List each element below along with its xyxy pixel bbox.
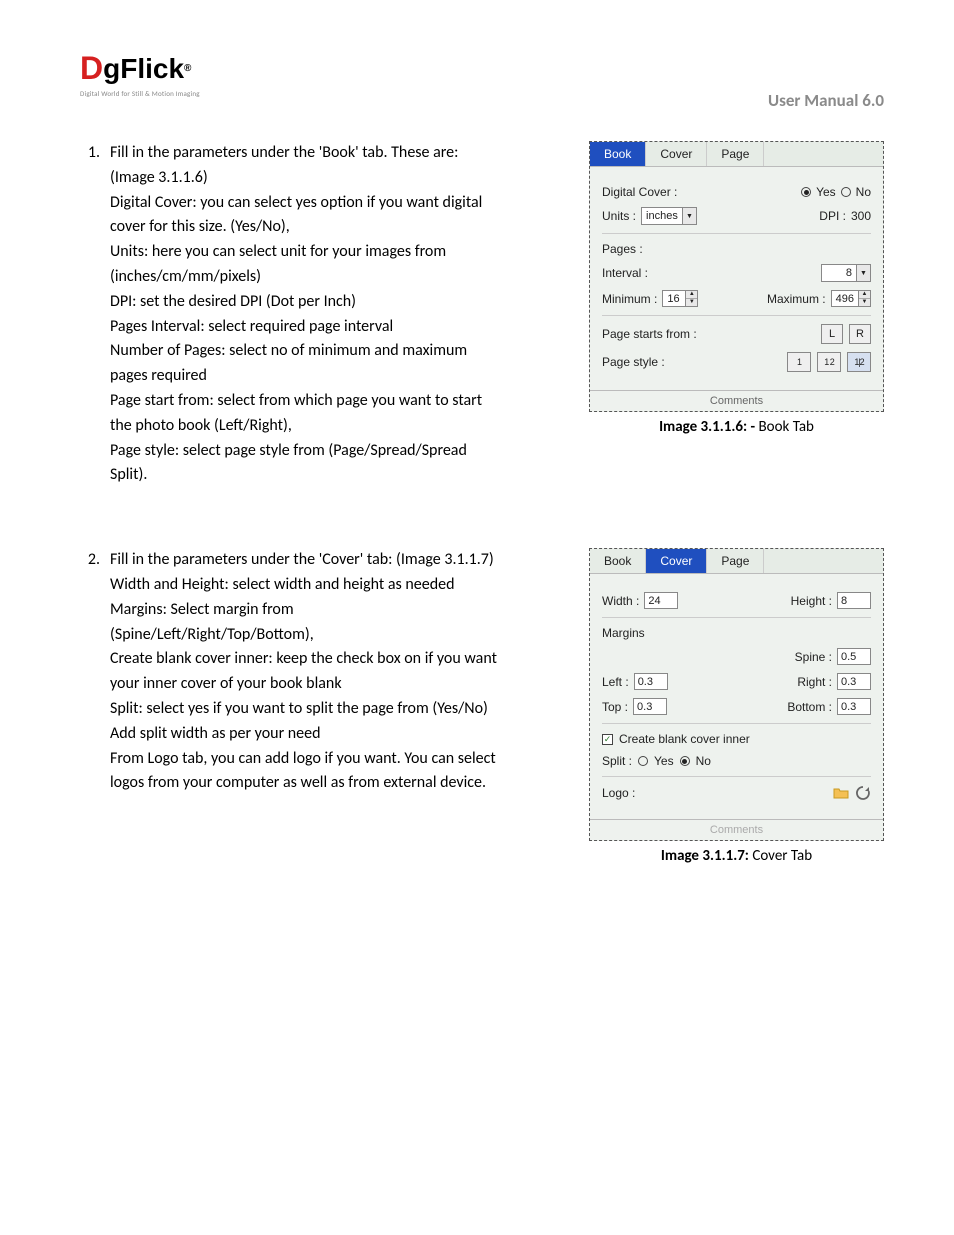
up-arrow-icon[interactable]: ▲ xyxy=(859,291,870,299)
spine-label: Spine : xyxy=(795,650,832,664)
margins-label: Margins xyxy=(602,626,645,640)
page-start-right-button[interactable]: R xyxy=(849,324,871,344)
caption2-rest: Cover Tab xyxy=(749,847,812,865)
page-start-left-button[interactable]: L xyxy=(821,324,843,344)
interval-dropdown[interactable]: 8 ▼ xyxy=(821,264,871,282)
logo-letter-g: g xyxy=(103,53,120,85)
cover-tab-panel: Book Cover Page Width : 24 Height : 8 Ma… xyxy=(589,548,884,841)
right-label: Right : xyxy=(797,675,832,689)
figure1: Book Cover Page Digital Cover : Yes No xyxy=(530,141,884,488)
caption2-bold: Image 3.1.1.7: xyxy=(661,847,749,865)
panel1-body: Digital Cover : Yes No Units : inches ▼ xyxy=(590,167,883,390)
page-header: DgFlick® Digital World for Still & Motio… xyxy=(80,50,884,111)
width-input[interactable]: 24 xyxy=(644,592,678,609)
pages-label: Pages : xyxy=(602,242,643,256)
caption1: Image 3.1.1.6: - Book Tab xyxy=(589,418,884,436)
no-label: No xyxy=(696,754,711,768)
step2-number: 2. xyxy=(80,548,100,796)
left-input[interactable]: 0.3 xyxy=(634,673,668,690)
page-style-spread-button[interactable]: 1 2 xyxy=(817,352,841,372)
page-style-label: Page style : xyxy=(602,355,665,369)
page-starts-label: Page starts from : xyxy=(602,327,697,341)
user-manual-label: User Manual 6.0 xyxy=(768,90,884,111)
interval-value: 8 xyxy=(822,267,856,279)
no-label: No xyxy=(856,185,871,199)
tab-cover[interactable]: Cover xyxy=(646,142,707,166)
caption2: Image 3.1.1.7: Cover Tab xyxy=(589,847,884,865)
blank-cover-label: Create blank cover inner xyxy=(619,732,750,746)
top-input[interactable]: 0.3 xyxy=(633,698,667,715)
step1-body: Fill in the parameters under the 'Book' … xyxy=(110,141,500,488)
section-book-tab: 1. Fill in the parameters under the 'Boo… xyxy=(80,141,884,488)
top-label: Top : xyxy=(602,700,628,714)
blank-cover-checkbox[interactable]: ✓ xyxy=(602,734,613,745)
chevron-down-icon: ▼ xyxy=(856,265,870,281)
caption1-bold: Image 3.1.1.6: - xyxy=(659,418,755,436)
split-no-radio[interactable] xyxy=(680,756,690,766)
tab-cover[interactable]: Cover xyxy=(646,549,707,573)
bottom-input[interactable]: 0.3 xyxy=(837,698,871,715)
units-label: Units : xyxy=(602,209,636,223)
dpi-label: DPI : xyxy=(819,209,846,223)
step1-number: 1. xyxy=(80,141,100,488)
registered-icon: ® xyxy=(184,63,191,74)
folder-icon[interactable] xyxy=(833,785,849,801)
right-input[interactable]: 0.3 xyxy=(837,673,871,690)
digital-cover-yes-radio[interactable] xyxy=(801,187,811,197)
max-value: 496 xyxy=(832,291,858,306)
up-arrow-icon[interactable]: ▲ xyxy=(686,291,697,299)
section-cover-tab: 2. Fill in the parameters under the 'Cov… xyxy=(80,548,884,865)
step1-text: 1. Fill in the parameters under the 'Boo… xyxy=(80,141,500,488)
units-dropdown[interactable]: inches ▼ xyxy=(641,207,697,225)
down-arrow-icon[interactable]: ▼ xyxy=(859,299,870,306)
step2-body: Fill in the parameters under the 'Cover'… xyxy=(110,548,500,796)
logo-tagline: Digital World for Still & Motion Imaging xyxy=(80,89,200,98)
digital-cover-no-radio[interactable] xyxy=(841,187,851,197)
logo-word-flick: Flick xyxy=(120,53,184,85)
tab-row: Book Cover Page xyxy=(590,142,883,167)
page-style-split-button[interactable]: 1|2 xyxy=(847,352,871,372)
chevron-down-icon: ▼ xyxy=(682,208,696,224)
interval-label: Interval : xyxy=(602,266,648,280)
panel2-body: Width : 24 Height : 8 Margins Spine : 0.… xyxy=(590,574,883,819)
step2-text: 2. Fill in the parameters under the 'Cov… xyxy=(80,548,500,865)
book-tab-panel: Book Cover Page Digital Cover : Yes No xyxy=(589,141,884,412)
left-label: Left : xyxy=(602,675,629,689)
refresh-icon[interactable] xyxy=(855,785,871,801)
width-label: Width : xyxy=(602,594,639,608)
split-label: Split : xyxy=(602,754,632,768)
height-label: Height : xyxy=(791,594,832,608)
down-arrow-icon[interactable]: ▼ xyxy=(686,299,697,306)
tab-book[interactable]: Book xyxy=(590,142,646,166)
split-yes-radio[interactable] xyxy=(638,756,648,766)
comments-bar[interactable]: Comments xyxy=(590,390,883,411)
bottom-label: Bottom : xyxy=(787,700,832,714)
max-spinner[interactable]: 496 ▲▼ xyxy=(831,290,871,307)
caption1-rest: Book Tab xyxy=(755,418,814,436)
logo-text: DgFlick® xyxy=(80,50,191,87)
figure2: Book Cover Page Width : 24 Height : 8 Ma… xyxy=(530,548,884,865)
tab-row: Book Cover Page xyxy=(590,549,883,574)
logo: DgFlick® Digital World for Still & Motio… xyxy=(80,50,200,98)
tab-page[interactable]: Page xyxy=(707,549,764,573)
min-spinner[interactable]: 16 ▲▼ xyxy=(662,290,698,307)
dpi-value: 300 xyxy=(851,209,871,223)
tab-book[interactable]: Book xyxy=(590,549,646,573)
page-style-page-button[interactable]: 1 xyxy=(787,352,811,372)
min-value: 16 xyxy=(663,291,685,306)
units-value: inches xyxy=(642,210,682,222)
comments-bar[interactable]: Comments xyxy=(590,819,883,840)
tab-page[interactable]: Page xyxy=(707,142,764,166)
digital-cover-label: Digital Cover : xyxy=(602,185,677,199)
yes-label: Yes xyxy=(816,185,836,199)
min-label: Minimum : xyxy=(602,292,657,306)
logo-label: Logo : xyxy=(602,786,635,800)
spine-input[interactable]: 0.5 xyxy=(837,648,871,665)
max-label: Maximum : xyxy=(767,292,826,306)
height-input[interactable]: 8 xyxy=(837,592,871,609)
logo-letter-d: D xyxy=(80,50,103,87)
yes-label: Yes xyxy=(654,754,674,768)
